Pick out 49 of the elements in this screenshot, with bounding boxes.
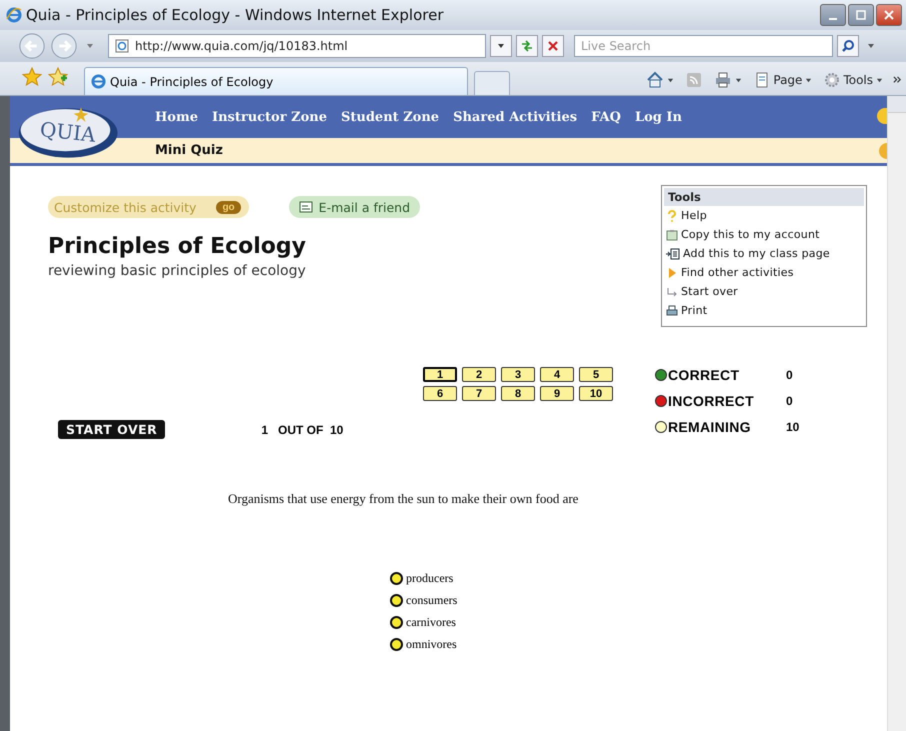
tools-menu[interactable]: Tools xyxy=(822,72,885,88)
question-number-button[interactable]: 4 xyxy=(540,367,574,382)
nav-link[interactable]: Instructor Zone xyxy=(212,110,327,124)
progress-counter: 1 OUT OF 10 xyxy=(261,422,344,436)
question-number-button[interactable]: 3 xyxy=(501,367,535,382)
question-number-button[interactable]: 6 xyxy=(423,386,457,401)
activity-title: Principles of Ecology xyxy=(48,234,307,259)
window-title: Quia - Principles of Ecology - Windows Internet Explorer xyxy=(26,6,444,24)
activity-description: reviewing basic principles of ecology xyxy=(48,263,307,279)
score-label: INCORRECT xyxy=(668,393,755,409)
nav-link[interactable]: FAQ xyxy=(591,110,621,124)
search-field[interactable]: Live Search xyxy=(574,35,833,57)
nav-link[interactable]: Log In xyxy=(634,110,682,124)
tools-heading: Tools xyxy=(664,188,864,206)
tools-link[interactable]: Help xyxy=(664,206,864,225)
option-label[interactable]: omnivores xyxy=(406,637,457,652)
question-number-button[interactable]: 7 xyxy=(462,386,496,401)
score-value: 10 xyxy=(786,420,800,434)
question-number-button[interactable]: 5 xyxy=(579,367,613,382)
option-label[interactable]: producers xyxy=(406,571,454,586)
score-value: 0 xyxy=(786,394,793,408)
option-label[interactable]: consumers xyxy=(406,593,458,608)
customize-label: Customize this activity xyxy=(54,200,196,214)
tools-link[interactable]: Find other activities xyxy=(664,263,864,282)
score-label: REMAINING xyxy=(668,419,752,435)
tools-link[interactable]: Print xyxy=(664,301,864,320)
address-field[interactable]: http://www.quia.com/jq/10183.html xyxy=(108,34,486,58)
nav-link[interactable]: Home xyxy=(155,110,198,124)
section-title: Mini Quiz xyxy=(155,143,223,158)
option-label[interactable]: carnivores xyxy=(406,615,456,630)
tools-link[interactable]: Add this to my class page xyxy=(664,244,864,263)
nav-link[interactable]: Student Zone xyxy=(341,110,440,124)
question-text: Organisms that use energy from the sun to make their own food are xyxy=(228,491,580,507)
score-value: 0 xyxy=(786,368,793,382)
page-menu[interactable]: Page xyxy=(752,72,814,88)
email-button[interactable]: E-mail a friend xyxy=(288,196,420,218)
logo-text: QUIA xyxy=(38,117,97,147)
question-number-button[interactable]: 9 xyxy=(540,386,574,401)
nav-link[interactable]: Shared Activities xyxy=(453,110,578,124)
start-over-button[interactable]: START OVER xyxy=(58,420,166,439)
question-number-button[interactable]: 2 xyxy=(462,367,496,382)
tools-link[interactable]: Start over xyxy=(664,282,864,301)
question-number-button[interactable]: 8 xyxy=(501,386,535,401)
score-label: CORRECT xyxy=(668,367,740,383)
question-number-button[interactable]: 1 xyxy=(423,367,457,382)
tools-link[interactable]: Copy this to my account xyxy=(664,225,864,244)
browser-tab[interactable]: Quia - Principles of Ecology xyxy=(84,67,468,95)
url-text: http://www.quia.com/jq/10183.html xyxy=(135,39,348,53)
question-number-button[interactable]: 10 xyxy=(579,386,613,401)
